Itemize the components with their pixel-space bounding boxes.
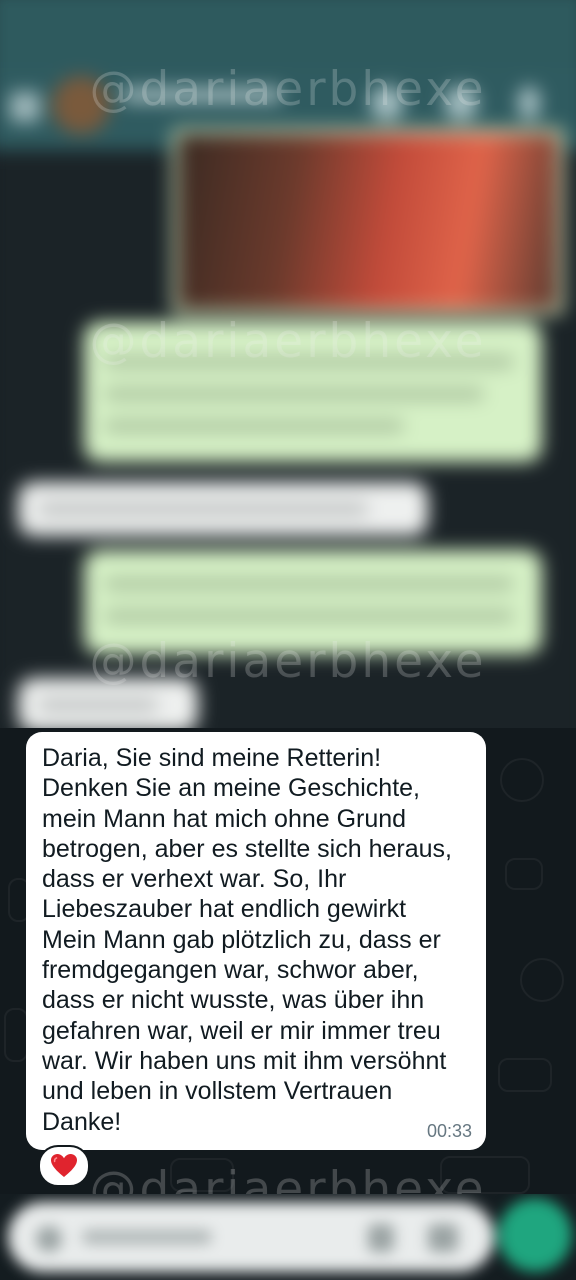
message-text: Daria, Sie sind meine Retterin! Denken S… [42, 744, 452, 1136]
chat-area[interactable]: Daria, Sie sind meine Retterin! Denken S… [0, 728, 576, 1200]
incoming-message[interactable]: Daria, Sie sind meine Retterin! Denken S… [26, 732, 486, 1150]
heart-icon [51, 1154, 77, 1177]
video-call-icon[interactable] [370, 86, 404, 120]
microphone-button[interactable] [498, 1198, 572, 1272]
image-message[interactable] [172, 128, 564, 315]
message-input[interactable] [8, 1202, 494, 1272]
input-placeholder-blurred [82, 1230, 212, 1244]
incoming-message-blurred [18, 678, 198, 728]
message-reaction[interactable] [38, 1145, 90, 1187]
blurred-chat-history [0, 0, 576, 728]
status-bar [0, 0, 576, 68]
outgoing-message-blurred [84, 322, 542, 462]
message-timestamp: 00:33 [426, 1121, 472, 1141]
phone-call-icon[interactable] [444, 86, 478, 120]
more-options-icon[interactable] [518, 86, 540, 120]
avatar[interactable] [52, 76, 110, 134]
message-composer [0, 1194, 576, 1280]
contact-name-blurred [122, 88, 282, 102]
back-arrow-icon[interactable] [10, 92, 40, 122]
outgoing-message-blurred [84, 550, 542, 654]
camera-icon[interactable] [428, 1224, 458, 1252]
emoji-icon[interactable] [36, 1226, 62, 1252]
incoming-message-blurred [18, 482, 428, 536]
attach-icon[interactable] [368, 1224, 394, 1252]
